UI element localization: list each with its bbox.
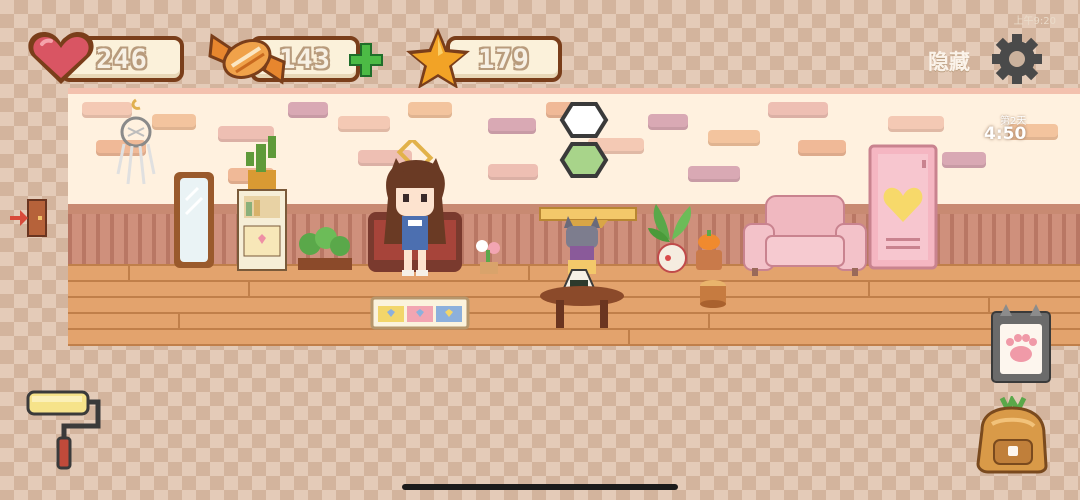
backpack-icon[interactable] <box>972 396 1054 474</box>
brick <box>488 118 536 134</box>
brick <box>488 164 538 180</box>
player-character[interactable] <box>362 140 468 296</box>
game-clock: 4:50 <box>984 124 1027 144</box>
paint-roller-icon[interactable] <box>24 386 106 472</box>
plank-joint <box>708 314 710 328</box>
hide-button[interactable]: 隐藏 <box>928 46 970 76</box>
potted-plant[interactable] <box>646 196 698 274</box>
potted-shrubs[interactable] <box>296 226 354 274</box>
round-table[interactable] <box>536 266 628 332</box>
plank-joint <box>528 266 530 280</box>
home-indicator <box>402 484 678 490</box>
candy-value: 143 <box>279 43 331 75</box>
plank-joint <box>178 314 180 328</box>
brick <box>888 116 944 132</box>
exit-door-icon[interactable] <box>8 196 52 240</box>
nightstand-with-cactus[interactable] <box>236 130 288 272</box>
add-candy-button[interactable] <box>346 40 386 80</box>
plank-joint <box>248 282 250 296</box>
cat-paw-card-icon[interactable] <box>990 304 1052 384</box>
plank-joint <box>868 282 870 296</box>
heart-icon <box>28 32 94 84</box>
brick <box>648 114 688 130</box>
brick <box>688 166 740 182</box>
status-bar-time: 上午9:20 <box>1013 16 1056 27</box>
plank-joint <box>128 266 130 280</box>
flower-pot[interactable] <box>472 236 504 276</box>
brick <box>768 102 828 118</box>
wood-stump[interactable] <box>698 278 728 308</box>
brick <box>408 102 452 118</box>
toy-box[interactable] <box>370 296 470 334</box>
plank-joint <box>628 330 630 344</box>
dreamcatcher-decoration[interactable] <box>112 98 162 190</box>
pumpkin-stool[interactable] <box>692 228 726 272</box>
pink-locker[interactable] <box>868 144 938 270</box>
star-icon <box>406 28 470 89</box>
brick <box>288 102 328 118</box>
pink-sofa[interactable] <box>742 192 868 278</box>
brick <box>338 116 390 132</box>
standing-mirror[interactable] <box>170 170 218 272</box>
hexagon-shelf[interactable] <box>558 100 610 182</box>
gear-icon[interactable] <box>990 32 1044 86</box>
candy-icon <box>208 33 286 85</box>
brick <box>942 152 986 168</box>
hearts-value: 246 <box>96 43 148 75</box>
brick <box>798 140 846 156</box>
brick <box>708 130 760 146</box>
stars-value: 179 <box>478 43 530 75</box>
